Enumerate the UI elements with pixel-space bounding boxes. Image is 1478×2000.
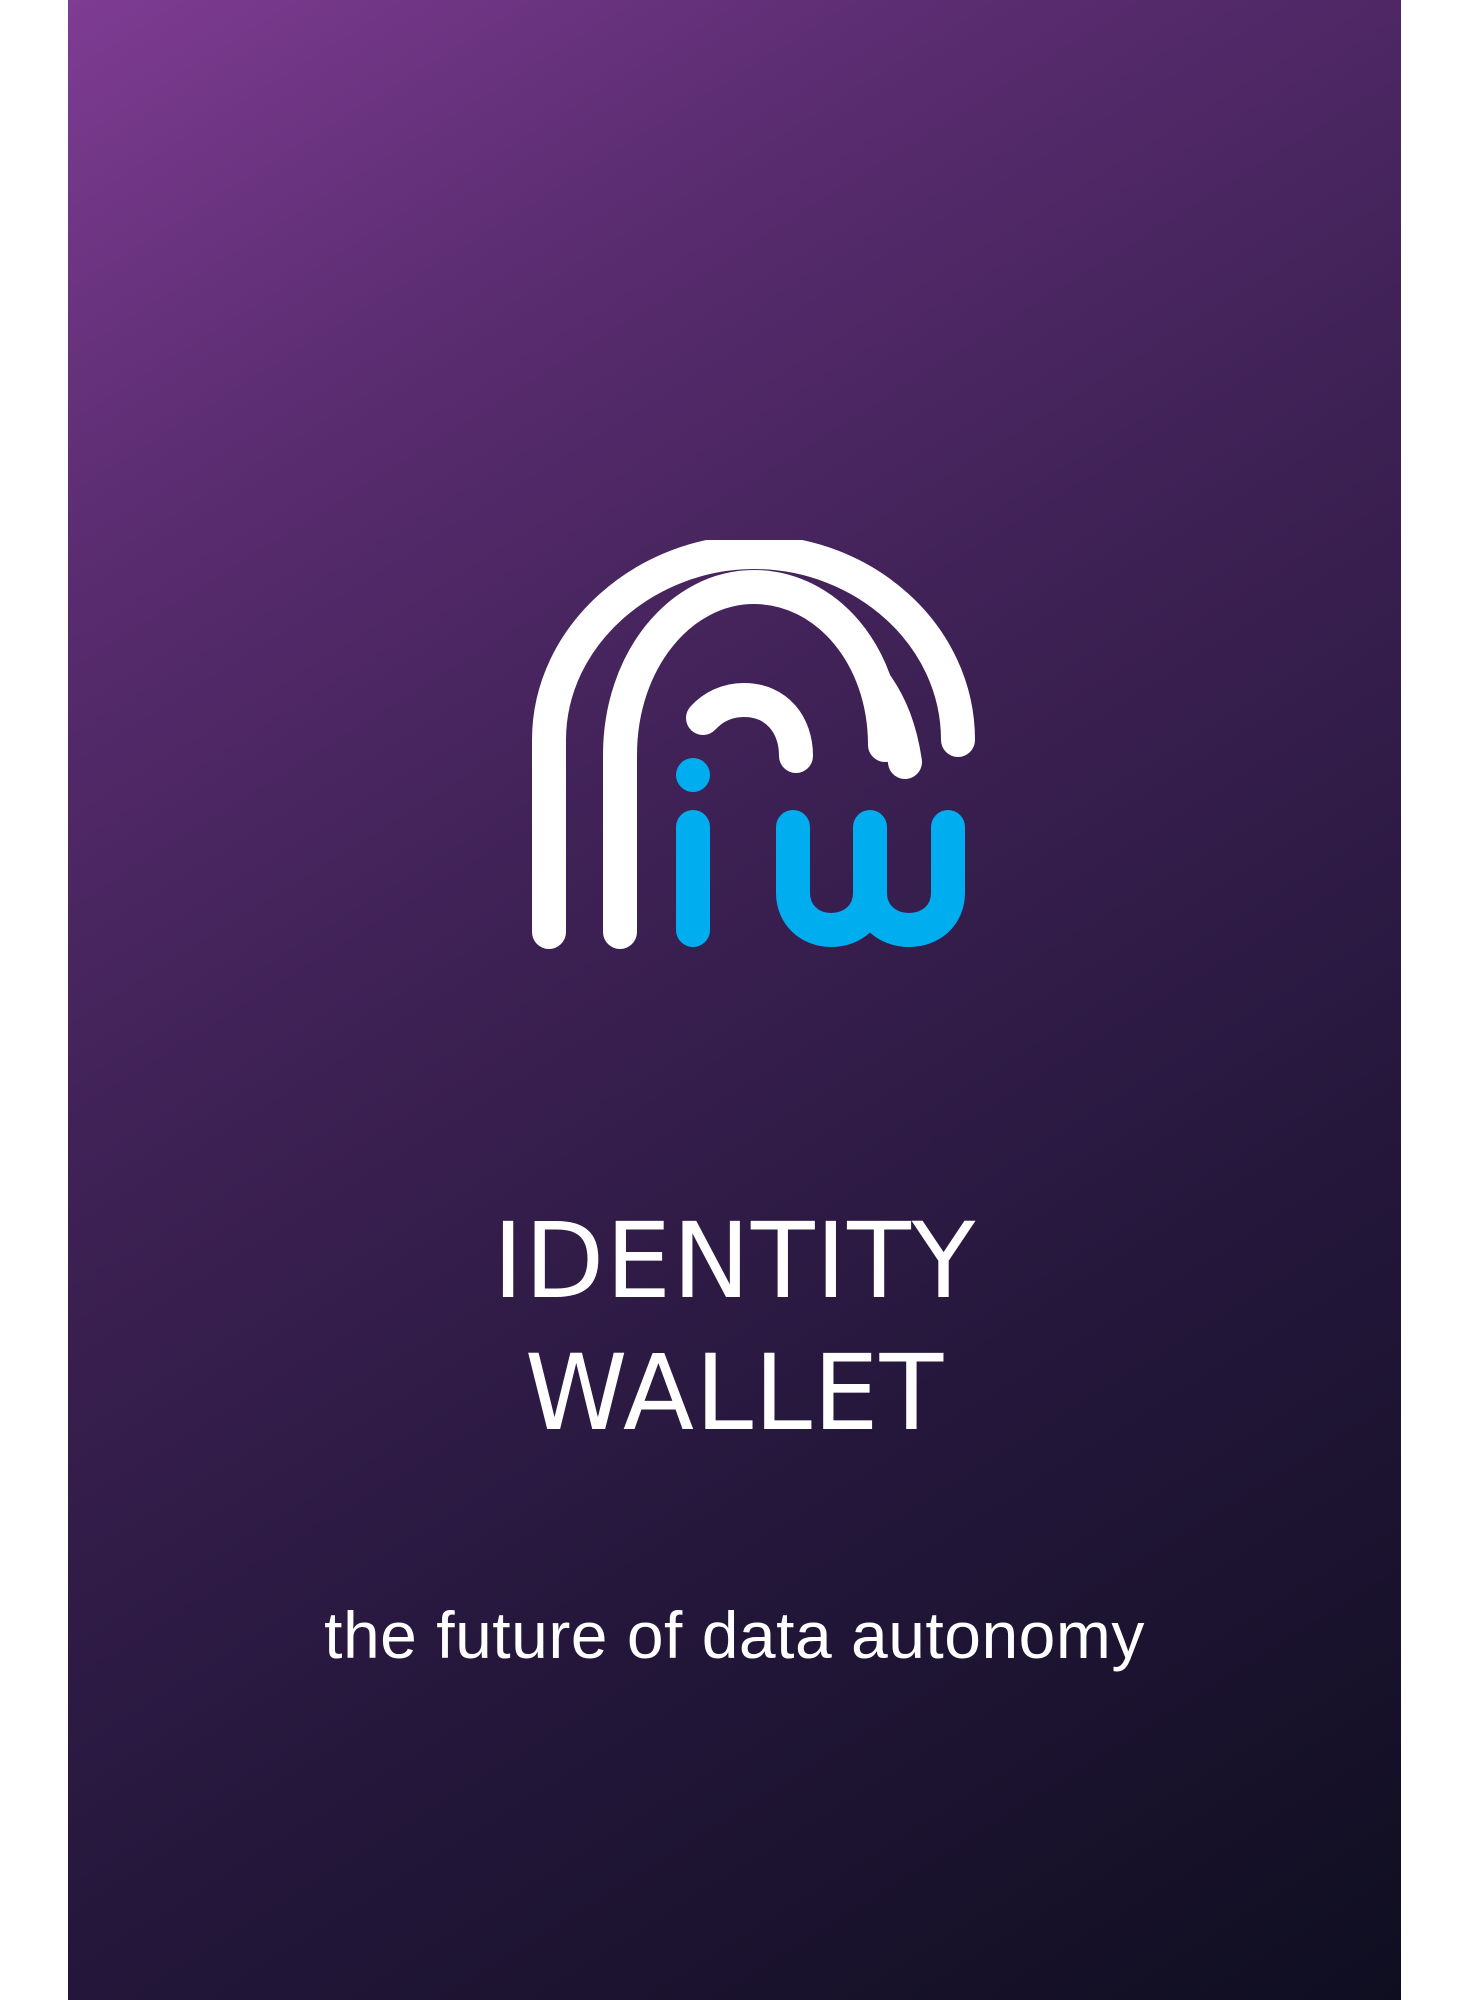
page: IDENTITY WALLET the future of data auton…: [0, 0, 1478, 2000]
app-title: IDENTITY WALLET: [68, 1195, 1401, 1459]
splash-screen: IDENTITY WALLET the future of data auton…: [68, 0, 1401, 2000]
fingerprint-iw-icon: [532, 540, 975, 949]
letter-w-icon: [776, 810, 965, 947]
app-title-line-2: WALLET: [524, 1331, 945, 1454]
app-title-line-1: IDENTITY: [492, 1199, 977, 1322]
fingerprint-hook-arc: [686, 683, 813, 773]
identity-wallet-logo-icon: [521, 540, 1011, 960]
letter-i-icon: [676, 758, 710, 947]
tagline: the future of data autonomy: [324, 1598, 1145, 1672]
